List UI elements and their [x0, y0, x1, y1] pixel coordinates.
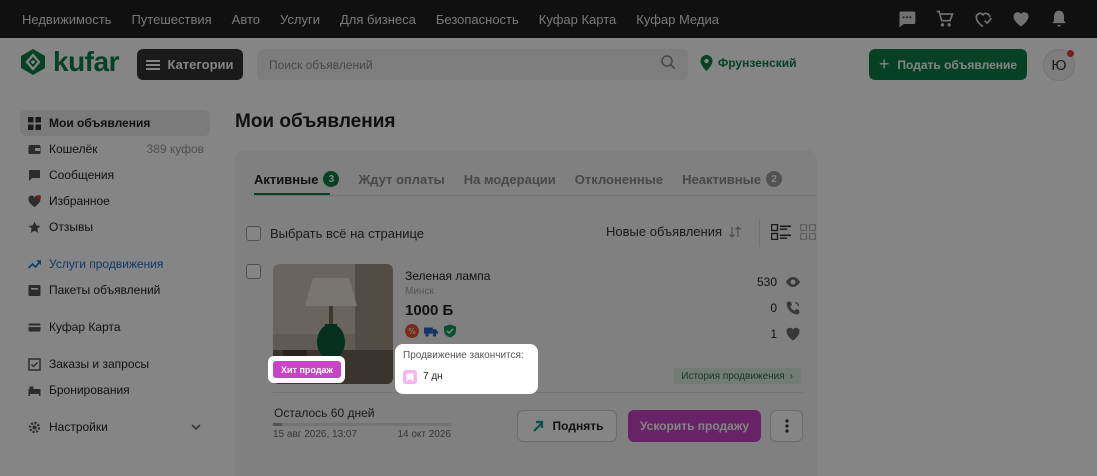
- spotlight-hit-badge: Хит продаж: [268, 356, 345, 383]
- promotion-tooltip: Продвижение закончится: 7 дн: [395, 344, 538, 394]
- hit-badge: Хит продаж: [273, 361, 341, 378]
- modal-overlay[interactable]: [0, 0, 1097, 476]
- tooltip-value: 7 дн: [423, 371, 443, 382]
- bookmark-icon: [403, 370, 417, 384]
- tooltip-label: Продвижение закончится:: [403, 350, 524, 361]
